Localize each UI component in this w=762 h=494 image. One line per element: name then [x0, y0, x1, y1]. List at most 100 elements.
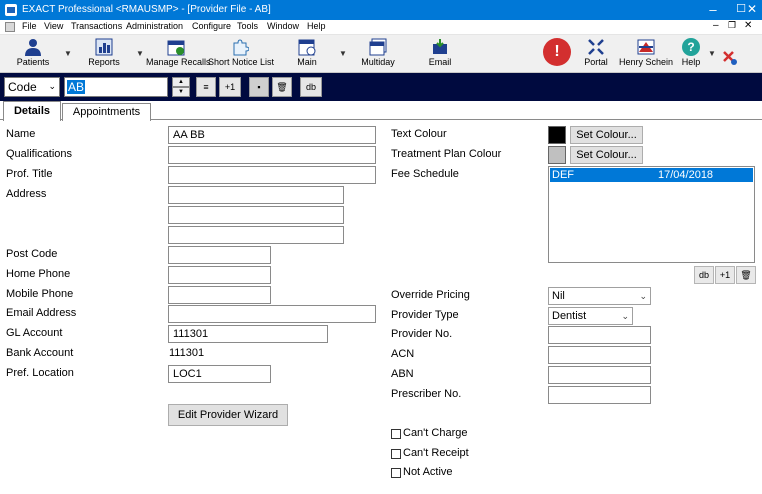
home-phone-label: Home Phone [6, 268, 71, 280]
short-notice-list-button[interactable]: Short Notice List [208, 35, 274, 73]
provider-no-input[interactable] [548, 326, 651, 344]
email-button[interactable]: Email [424, 35, 456, 73]
search-input[interactable]: AB [64, 77, 168, 97]
henry-schein-logo-icon [637, 39, 655, 55]
reports-dropdown-icon[interactable]: ▼ [136, 49, 144, 58]
exit-icon[interactable] [722, 50, 738, 66]
provider-type-label: Provider Type [391, 309, 459, 321]
address-line1-input[interactable] [168, 186, 344, 204]
reports-button[interactable]: Reports [84, 35, 124, 73]
patients-button[interactable]: Patients [10, 35, 56, 73]
alert-icon[interactable]: ! [543, 38, 571, 66]
spin-up-button[interactable]: ▲ [172, 77, 190, 87]
address-label: Address [6, 188, 47, 200]
pref-location-label: Pref. Location [6, 367, 74, 379]
multiday-button[interactable]: Multiday [358, 35, 398, 73]
cant-receipt-label: Can't Receipt [403, 447, 469, 459]
patients-dropdown-icon[interactable]: ▼ [64, 49, 72, 58]
help-question-icon: ? [682, 38, 700, 56]
abn-label: ABN [391, 368, 414, 380]
not-active-checkbox[interactable] [391, 468, 401, 478]
text-colour-label: Text Colour [391, 128, 447, 140]
name-input[interactable]: AA BB [168, 126, 376, 144]
help-dropdown-icon[interactable]: ▼ [708, 49, 716, 58]
bank-account-label: Bank Account [6, 347, 74, 359]
acn-label: ACN [391, 348, 415, 360]
treatment-plan-colour-label: Treatment Plan Colour [391, 148, 502, 160]
close-window-button[interactable]: ✕ [742, 0, 762, 20]
cant-charge-checkbox[interactable] [391, 429, 401, 439]
fee-delete-icon[interactable]: 🗑 [736, 266, 756, 284]
qualifications-input[interactable] [168, 146, 376, 164]
cant-receipt-checkbox[interactable] [391, 449, 401, 459]
tab-appointments[interactable]: Appointments [62, 103, 151, 121]
search-field-value: Code [8, 80, 37, 94]
db-button[interactable]: db [300, 77, 322, 97]
mdi-restore-icon[interactable]: ❐ [728, 20, 736, 31]
tab-details[interactable]: Details [3, 101, 61, 121]
cant-charge-label: Can't Charge [403, 427, 468, 439]
prof-title-label: Prof. Title [6, 168, 53, 180]
save-icon[interactable]: ▪ [249, 77, 269, 97]
address-line3-input[interactable] [168, 226, 344, 244]
fee-schedule-label: Fee Schedule [391, 168, 459, 180]
set-treatment-plan-colour-button[interactable]: Set Colour... [570, 146, 643, 164]
provider-type-select[interactable]: Dentist ⌄ [548, 307, 633, 325]
home-phone-input[interactable] [168, 266, 271, 284]
henry-schein-button[interactable]: Henry Schein [618, 35, 674, 73]
address-line2-input[interactable] [168, 206, 344, 224]
mobile-phone-input[interactable] [168, 286, 271, 304]
manage-recalls-button[interactable]: Manage Recalls [146, 35, 211, 73]
menu-tools[interactable]: Tools [237, 21, 258, 31]
email-icon [433, 39, 447, 54]
prescriber-no-input[interactable] [548, 386, 651, 404]
text-colour-swatch [548, 126, 566, 144]
fee-schedule-code: DEF [552, 169, 574, 181]
set-text-colour-button[interactable]: Set Colour... [570, 126, 643, 144]
gl-account-input[interactable]: 111301 [168, 325, 328, 343]
menu-view[interactable]: View [44, 21, 63, 31]
acn-input[interactable] [548, 346, 651, 364]
record-navigation-bar: Code ⌄ AB ▲ ▼ ≡ +1 ▪ 🗑 db [0, 73, 762, 101]
mobile-phone-label: Mobile Phone [6, 288, 74, 300]
post-code-input[interactable] [168, 246, 271, 264]
menu-transactions[interactable]: Transactions [71, 21, 122, 31]
spin-down-button[interactable]: ▼ [172, 87, 190, 97]
mdi-close-icon[interactable]: ✕ [744, 20, 752, 31]
fee-new-button[interactable]: +1 [715, 266, 735, 284]
fee-db-button[interactable]: db [694, 266, 714, 284]
chevron-down-icon: ⌄ [48, 81, 56, 91]
email-address-input[interactable] [168, 305, 376, 323]
chart-icon [95, 38, 113, 56]
menu-window[interactable]: Window [267, 21, 299, 31]
minimize-button[interactable]: – [699, 0, 727, 20]
edit-provider-wizard-button[interactable]: Edit Provider Wizard [168, 404, 288, 426]
menu-administration[interactable]: Administration [126, 21, 183, 31]
provider-type-value: Dentist [552, 310, 587, 322]
help-button[interactable]: ? Help [678, 35, 704, 73]
name-label: Name [6, 128, 36, 140]
main-button[interactable]: Main [290, 35, 324, 73]
fee-schedule-row[interactable]: DEF 17/04/2018 [550, 168, 753, 182]
menu-bar: File View Transactions Administration Co… [0, 20, 762, 35]
search-field-select[interactable]: Code ⌄ [4, 77, 60, 97]
override-pricing-select[interactable]: Nil ⌄ [548, 287, 651, 305]
prof-title-input[interactable] [168, 166, 376, 184]
pref-location-input[interactable]: LOC1 [168, 365, 271, 383]
menu-configure[interactable]: Configure [192, 21, 231, 31]
title-bar: EXACT Professional <RMAUSMP> - [Provider… [0, 0, 762, 20]
prescriber-no-label: Prescriber No. [391, 388, 462, 400]
menu-help[interactable]: Help [307, 21, 326, 31]
delete-icon[interactable]: 🗑 [272, 77, 292, 97]
abn-input[interactable] [548, 366, 651, 384]
system-menu-icon[interactable] [5, 22, 15, 32]
fee-schedule-list[interactable]: DEF 17/04/2018 [548, 166, 755, 263]
main-dropdown-icon[interactable]: ▼ [339, 49, 347, 58]
menu-file[interactable]: File [22, 21, 37, 31]
align-left-icon[interactable]: ≡ [196, 77, 216, 97]
app-icon [5, 4, 17, 16]
mdi-minimize-icon[interactable]: – [713, 20, 719, 31]
override-pricing-label: Override Pricing [391, 289, 470, 301]
new-record-button[interactable]: +1 [219, 77, 241, 97]
portal-button[interactable]: Portal [580, 35, 612, 73]
